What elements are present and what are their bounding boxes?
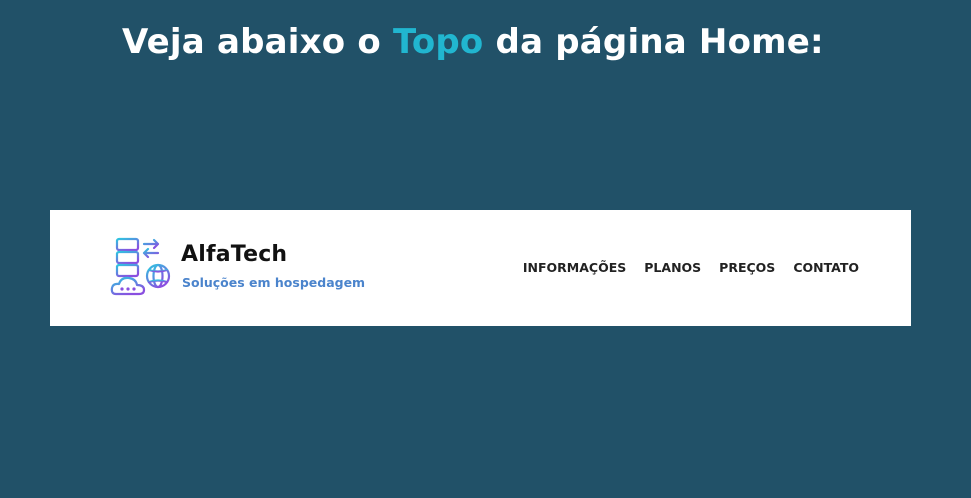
nav-item-contato[interactable]: CONTATO bbox=[793, 260, 859, 275]
brand-name[interactable]: AlfaTech bbox=[181, 242, 287, 267]
headline-text-end: da página Home: bbox=[483, 22, 824, 62]
headline-accent-word: Topo bbox=[392, 22, 484, 62]
nav-item-informacoes[interactable]: INFORMAÇÕES bbox=[523, 260, 626, 275]
page-headline: Veja abaixo o Topo da página Home: bbox=[0, 22, 971, 62]
server-cloud-globe-icon[interactable] bbox=[110, 236, 174, 300]
site-header-preview: AlfaTech Soluções em hospedagem INFORMAÇ… bbox=[50, 210, 911, 326]
nav-item-planos[interactable]: PLANOS bbox=[644, 260, 701, 275]
headline-text-start: Veja abaixo o bbox=[122, 22, 393, 62]
nav-item-precos[interactable]: PREÇOS bbox=[719, 260, 775, 275]
brand-tagline: Soluções em hospedagem bbox=[182, 275, 366, 290]
main-nav: INFORMAÇÕES PLANOS PREÇOS CONTATO bbox=[523, 260, 859, 275]
